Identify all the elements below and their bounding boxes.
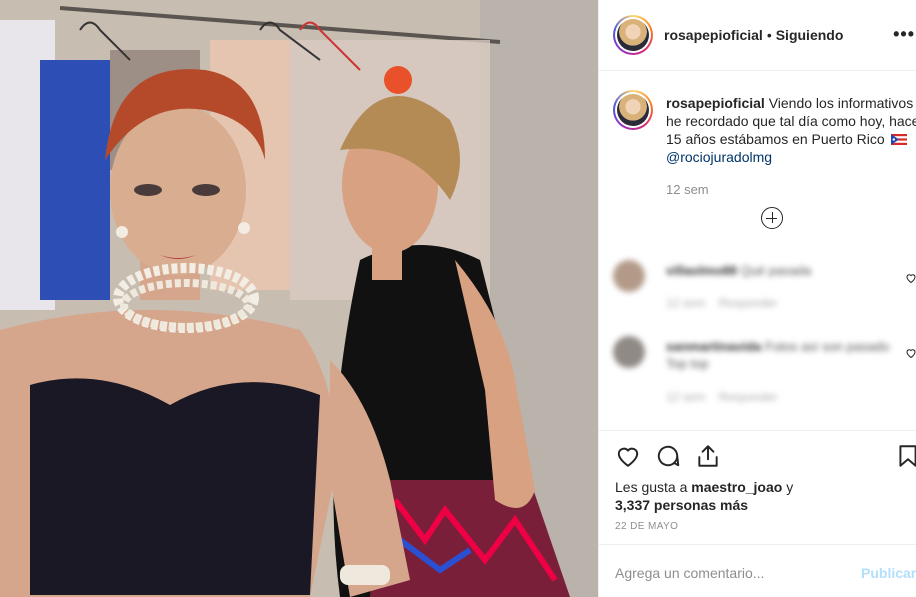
post-actions: Les gusta a maestro_joao y 3,337 persona… [599, 430, 916, 597]
comment-text: villaolmo88 Qué pasada [666, 262, 896, 279]
comment-body: Fotos así son pasado [765, 339, 890, 354]
caption-username-link[interactable]: rosapepioficial [666, 95, 765, 111]
comment-icon[interactable] [655, 443, 681, 469]
header-username-link[interactable]: rosapepioficial [664, 27, 763, 43]
caption-mention-link[interactable]: @rociojuradolmg [666, 149, 772, 165]
likes-summary: Les gusta a maestro_joao y 3,337 persona… [615, 478, 905, 514]
post-side-panel: rosapepioficial • Siguiendo ••• rosapepi… [598, 0, 916, 597]
comment-meta: 12 sem Responder [666, 296, 777, 310]
avatar[interactable] [613, 15, 653, 55]
comment-meta: 12 sem Responder [666, 390, 777, 404]
comment-like-heart-icon[interactable] [905, 272, 916, 284]
post-header: rosapepioficial • Siguiendo ••• [599, 0, 916, 71]
comment-avatar[interactable] [613, 336, 645, 368]
comment-input[interactable]: Agrega un comentario... [615, 565, 764, 581]
heart-icon[interactable] [615, 443, 641, 469]
following-button[interactable]: Siguiendo [776, 27, 844, 43]
comment-body: Qué pasada [740, 263, 812, 278]
comment-text: sanmartinavida Fotos así son pasado Top … [666, 338, 896, 372]
likes-prefix: Les gusta a [615, 479, 692, 495]
load-more-comments-button[interactable] [761, 207, 783, 229]
caption-timestamp[interactable]: 12 sem [666, 182, 709, 197]
more-options-icon[interactable]: ••• [893, 24, 915, 45]
comment-username[interactable]: villaolmo88 [666, 263, 737, 278]
bookmark-icon[interactable] [895, 443, 916, 469]
share-icon[interactable] [695, 443, 721, 469]
post-date[interactable]: 22 DE MAYO [615, 521, 678, 532]
comment-avatar[interactable] [613, 260, 645, 292]
comment-reply-link[interactable]: Responder [719, 390, 778, 404]
likes-user-link[interactable]: maestro_joao [691, 479, 782, 495]
header-separator: • [766, 27, 772, 43]
comment-reply-link[interactable]: Responder [719, 296, 778, 310]
photo-illustration [0, 0, 598, 597]
comment-like-heart-icon[interactable] [905, 347, 916, 359]
likes-middle: y [782, 479, 794, 495]
puerto-rico-flag-icon [890, 134, 907, 145]
comment-time: 12 sem [666, 296, 706, 310]
likes-count-link[interactable]: 3,337 personas más [615, 497, 748, 513]
publish-button[interactable]: Publicar [861, 565, 916, 581]
caption-text: rosapepioficial Viendo los informativos … [666, 94, 916, 166]
add-comment-bar: Agrega un comentario... Publicar [599, 544, 916, 597]
comment-time: 12 sem [666, 390, 706, 404]
caption-avatar[interactable] [613, 90, 653, 130]
comment-username[interactable]: sanmartinavida [666, 339, 761, 354]
comment-body-line2: Top top [666, 356, 709, 371]
post-photo[interactable] [0, 0, 598, 597]
